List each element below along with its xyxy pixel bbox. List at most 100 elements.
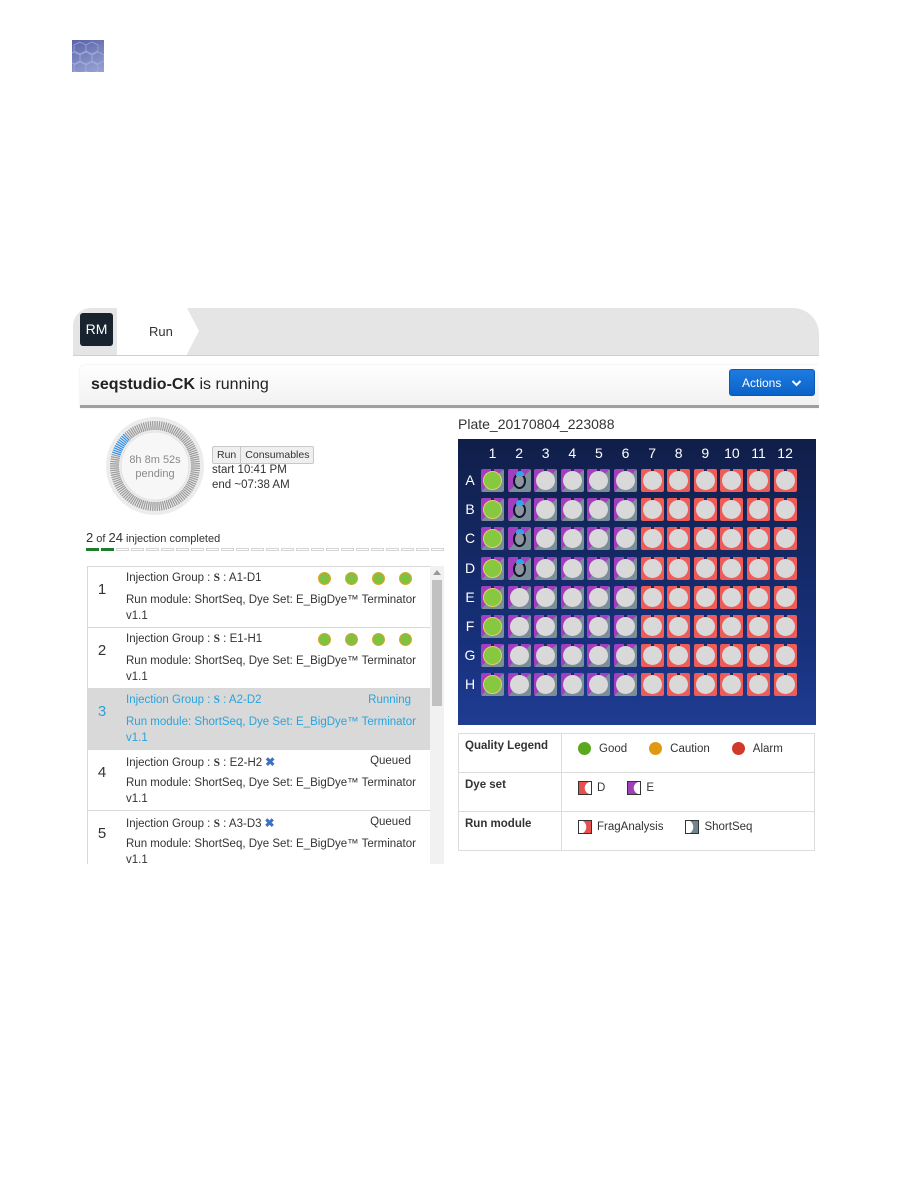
plate-well[interactable] (693, 673, 717, 697)
plate-well[interactable] (667, 585, 691, 609)
plate-well[interactable] (773, 498, 797, 522)
actions-button[interactable]: Actions (729, 369, 815, 396)
plate-well[interactable] (720, 644, 744, 668)
plate-well[interactable] (481, 527, 504, 551)
rm-home-badge[interactable]: RM (80, 313, 113, 346)
plate-well[interactable] (481, 498, 504, 522)
plate-well[interactable] (560, 673, 584, 697)
plate-well[interactable] (560, 527, 584, 551)
plate-well[interactable] (614, 585, 637, 609)
breadcrumb-run[interactable]: Run (117, 308, 199, 355)
plate-well[interactable] (693, 527, 717, 551)
plate-well[interactable] (587, 585, 611, 609)
injection-list-scrollbar[interactable] (430, 566, 444, 864)
plate-well[interactable] (560, 585, 584, 609)
plate-well[interactable] (587, 469, 611, 492)
plate-well[interactable] (720, 556, 744, 580)
plate-well[interactable] (481, 673, 504, 697)
plate-well[interactable] (507, 469, 531, 492)
plate-well[interactable] (640, 585, 664, 609)
plate-well[interactable] (507, 673, 531, 697)
plate-well[interactable] (507, 556, 531, 580)
plate-well[interactable] (747, 469, 770, 492)
plate-well[interactable] (720, 585, 744, 609)
plate-well[interactable] (481, 469, 504, 492)
remove-injection-icon[interactable]: ✖ (265, 755, 275, 769)
plate-well[interactable] (587, 673, 611, 697)
plate-well[interactable] (747, 673, 770, 697)
plate-well[interactable] (667, 556, 691, 580)
plate-well[interactable] (747, 644, 770, 668)
plate-well[interactable] (773, 469, 797, 492)
plate-well[interactable] (507, 498, 531, 522)
plate-well[interactable] (773, 615, 797, 638)
plate-well[interactable] (667, 615, 691, 638)
plate-well[interactable] (640, 469, 664, 492)
plate-well[interactable] (587, 527, 611, 551)
plate-well[interactable] (481, 615, 504, 638)
plate-well[interactable] (773, 673, 797, 697)
plate-well[interactable] (640, 527, 664, 551)
plate-well[interactable] (507, 615, 531, 638)
tab-run[interactable]: Run (213, 447, 240, 463)
plate-well[interactable] (693, 585, 717, 609)
plate-well[interactable] (560, 644, 584, 668)
injection-row[interactable]: 2 Injection Group : S : E1-H1 Run module: … (88, 628, 431, 689)
plate-well[interactable] (560, 498, 584, 522)
plate-well[interactable] (560, 556, 584, 580)
plate-well[interactable] (693, 644, 717, 668)
plate-well[interactable] (720, 469, 744, 492)
plate-well[interactable] (693, 556, 717, 580)
plate-well[interactable] (614, 556, 637, 580)
plate-well[interactable] (534, 644, 558, 668)
injection-row[interactable]: 5 Injection Group : S : A3-D3 ✖ Run module:… (88, 811, 431, 864)
scroll-up-arrow-icon[interactable] (433, 570, 441, 575)
plate-well[interactable] (747, 556, 770, 580)
plate-well[interactable] (507, 527, 531, 551)
remove-injection-icon[interactable]: ✖ (265, 816, 275, 830)
plate-well[interactable] (667, 644, 691, 668)
plate-well[interactable] (534, 556, 558, 580)
plate-well[interactable] (534, 498, 558, 522)
plate-well[interactable] (747, 615, 770, 638)
plate-well[interactable] (667, 673, 691, 697)
plate-well[interactable] (640, 673, 664, 697)
plate-well[interactable] (720, 498, 744, 522)
plate-well[interactable] (614, 527, 637, 551)
plate-well[interactable] (534, 527, 558, 551)
plate-well[interactable] (720, 527, 744, 551)
plate-well[interactable] (507, 644, 531, 668)
plate-well[interactable] (614, 673, 637, 697)
plate-well[interactable] (773, 556, 797, 580)
plate-well[interactable] (507, 585, 531, 609)
plate-well[interactable] (693, 615, 717, 638)
plate-well[interactable] (693, 498, 717, 522)
injection-row[interactable]: 4 Injection Group : S : E2-H2 ✖ Run module:… (88, 750, 431, 811)
plate-well[interactable] (534, 615, 558, 638)
plate-well[interactable] (614, 615, 637, 638)
plate-well[interactable] (693, 469, 717, 492)
plate-well[interactable] (747, 527, 770, 551)
plate-well[interactable] (640, 615, 664, 638)
plate-well[interactable] (720, 673, 744, 697)
plate-well[interactable] (640, 644, 664, 668)
plate-well[interactable] (773, 585, 797, 609)
injection-row[interactable]: 1 Injection Group : S : A1-D1 Run module: … (88, 567, 431, 628)
plate-well[interactable] (481, 556, 504, 580)
plate-well[interactable] (614, 498, 637, 522)
plate-well[interactable] (481, 585, 504, 609)
plate-well[interactable] (587, 556, 611, 580)
plate-well[interactable] (640, 498, 664, 522)
plate-well[interactable] (614, 469, 637, 492)
plate-well[interactable] (587, 615, 611, 638)
plate-well[interactable] (720, 615, 744, 638)
scrollbar-thumb[interactable] (432, 580, 442, 706)
plate-well[interactable] (534, 673, 558, 697)
plate-well[interactable] (667, 498, 691, 522)
plate-well[interactable] (587, 644, 611, 668)
plate-well[interactable] (667, 527, 691, 551)
tab-consumables[interactable]: Consumables (240, 447, 313, 463)
plate-well[interactable] (773, 527, 797, 551)
plate-well[interactable] (640, 556, 664, 580)
plate-well[interactable] (773, 644, 797, 668)
